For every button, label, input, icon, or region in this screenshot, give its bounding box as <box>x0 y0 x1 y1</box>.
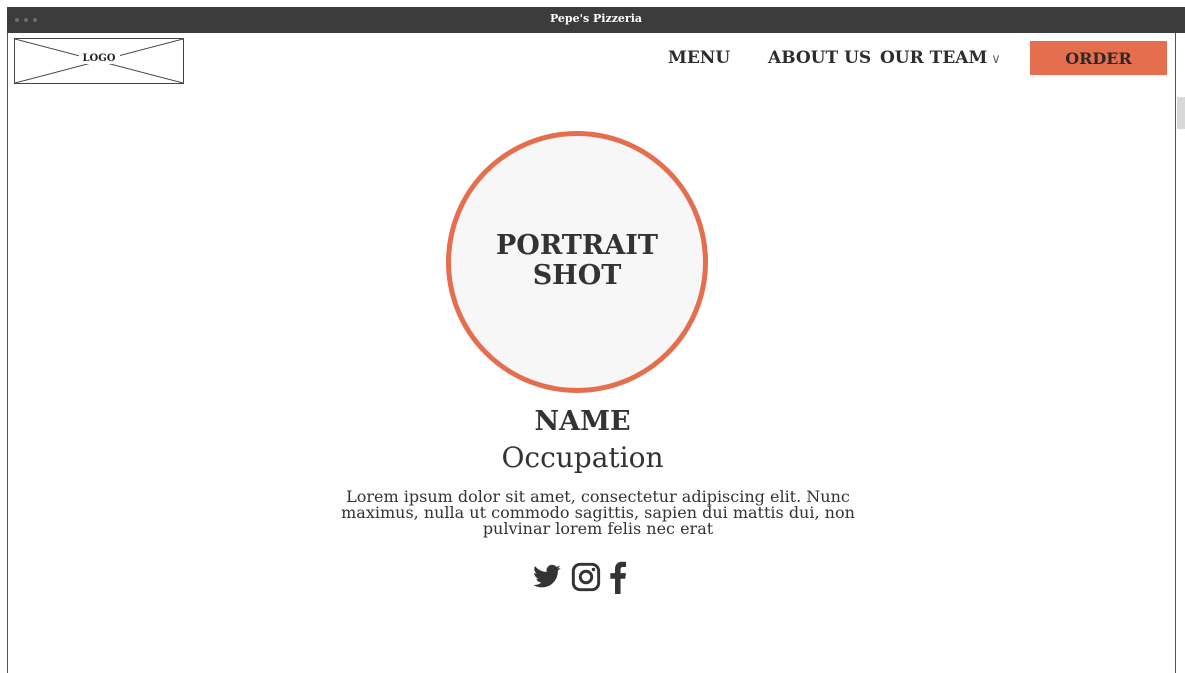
window-title: Pepe's Pizzeria <box>549 12 643 25</box>
social-links <box>530 560 628 594</box>
nav-menu-link[interactable]: MENU <box>668 48 730 68</box>
twitter-icon[interactable] <box>530 562 564 592</box>
chevron-down-icon: ∨ <box>991 52 1001 67</box>
team-member-name: NAME <box>534 406 631 437</box>
team-member-bio: Lorem ipsum dolor sit amet, consectetur … <box>341 487 855 538</box>
nav-our-team-dropdown[interactable]: OUR TEAM ∨ <box>880 48 1001 68</box>
logo-text: LOGO <box>78 53 120 64</box>
portrait-placeholder: PORTRAIT SHOT <box>446 131 708 393</box>
facebook-icon[interactable] <box>608 560 628 594</box>
scrollbar[interactable] <box>1177 97 1185 129</box>
portrait-label: PORTRAIT SHOT <box>496 230 658 291</box>
nav-about-link[interactable]: ABOUT US <box>768 48 871 68</box>
window-titlebar: Pepe's Pizzeria <box>7 7 1185 33</box>
team-member-occupation: Occupation <box>501 441 664 474</box>
instagram-icon[interactable] <box>570 561 602 593</box>
order-button[interactable]: ORDER <box>1030 41 1167 75</box>
nav-our-team-label: OUR TEAM <box>880 48 988 68</box>
site-logo[interactable]: LOGO <box>14 38 184 84</box>
